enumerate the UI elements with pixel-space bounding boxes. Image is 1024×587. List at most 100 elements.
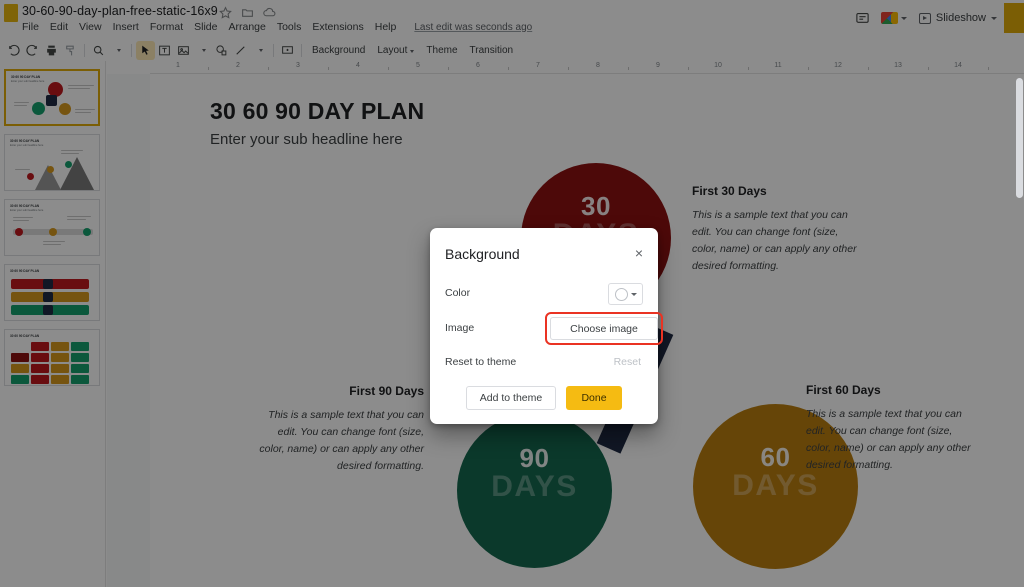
- thumb-title: 30 60 90 DAY PLAN: [10, 139, 40, 143]
- slideshow-button[interactable]: Slideshow: [912, 5, 1004, 31]
- thumb-cell: [51, 375, 69, 384]
- vertical-scrollbar[interactable]: [1016, 78, 1023, 198]
- ruler-tick: [328, 67, 329, 70]
- horizontal-ruler[interactable]: 1 2 3 4 5 6 7 8 9 10 11 12 13 14: [150, 61, 1024, 74]
- menu-slide[interactable]: Slide: [194, 21, 217, 33]
- slide-title[interactable]: 30 60 90 DAY PLAN: [210, 98, 424, 125]
- filmstrip-slide-3[interactable]: 3 30 60 90 DAY PLAN Enter your sub headl…: [0, 197, 106, 262]
- done-button[interactable]: Done: [566, 386, 622, 410]
- slide-thumbnail[interactable]: 30 60 90 DAY PLAN: [4, 264, 100, 321]
- block-body: This is a sample text that you can edit.…: [692, 209, 857, 272]
- theme-button[interactable]: Theme: [420, 45, 463, 56]
- toolbar-divider: [131, 44, 132, 57]
- ruler-tick-label: 5: [416, 62, 420, 69]
- zoom-button[interactable]: [89, 41, 108, 60]
- thumb-badge: [43, 279, 53, 289]
- block-first-30-days[interactable]: First 30 Days This is a sample text that…: [692, 184, 862, 275]
- line-dropdown[interactable]: [250, 41, 269, 60]
- layout-button[interactable]: Layout: [371, 45, 420, 56]
- filmstrip-slide-2[interactable]: 2 30 60 90 DAY PLAN Enter your sub headl…: [0, 132, 106, 197]
- ruler-tick-label: 12: [834, 62, 842, 69]
- filmstrip-slide-5[interactable]: 5 30 60 90 DAY PLAN: [0, 327, 106, 392]
- title-bar: 30-60-90-day-plan-free-static-16x9 File …: [0, 0, 1024, 40]
- select-tool-button[interactable]: [136, 41, 155, 60]
- circle-90[interactable]: 90 DAYS: [457, 413, 612, 568]
- last-edit-status[interactable]: Last edit was seconds ago: [414, 22, 532, 33]
- add-to-theme-button[interactable]: Add to theme: [466, 386, 556, 410]
- zoom-dropdown[interactable]: [108, 41, 127, 60]
- top-right-actions: Slideshow: [850, 2, 1024, 34]
- paint-format-button[interactable]: [61, 41, 80, 60]
- choose-image-button[interactable]: Choose image: [550, 317, 658, 340]
- menu-tools[interactable]: Tools: [277, 21, 302, 33]
- redo-button[interactable]: [23, 41, 42, 60]
- close-icon[interactable]: ×: [630, 244, 648, 262]
- filmstrip-slide-4[interactable]: 4 30 60 90 DAY PLAN: [0, 262, 106, 327]
- chevron-down-icon: [900, 16, 907, 20]
- block-first-60-days[interactable]: First 60 Days This is a sample text that…: [806, 383, 976, 474]
- thumb-text-line: [14, 105, 27, 107]
- toolbar-divider: [273, 44, 274, 57]
- toolbar-divider: [84, 44, 85, 57]
- share-button[interactable]: [1004, 3, 1024, 33]
- undo-button[interactable]: [4, 41, 23, 60]
- thumb-text-line: [13, 217, 33, 219]
- menu-file[interactable]: File: [22, 21, 39, 33]
- chevron-down-icon: [202, 49, 206, 52]
- star-icon[interactable]: [219, 6, 232, 19]
- thumb-text-line: [68, 88, 90, 90]
- background-dialog[interactable]: Background × Color Image Choose image Re…: [430, 228, 663, 424]
- thumb-text-line: [67, 219, 86, 221]
- ruler-tick: [688, 67, 689, 70]
- reset-button[interactable]: Reset: [614, 356, 641, 368]
- thumb-cell: [31, 364, 49, 373]
- chevron-down-icon: [630, 292, 637, 296]
- ruler-tick: [988, 67, 989, 70]
- thumb-shape-green: [32, 102, 45, 115]
- reset-row: Reset to theme Reset: [445, 352, 643, 376]
- cloud-saved-icon[interactable]: [263, 6, 276, 19]
- meet-button[interactable]: [876, 5, 912, 31]
- slide-thumbnail[interactable]: 30 60 90 DAY PLAN Enter your sub headlin…: [4, 134, 100, 191]
- transition-button[interactable]: Transition: [464, 45, 520, 56]
- menu-format[interactable]: Format: [150, 21, 183, 33]
- thumb-cell: [11, 353, 29, 362]
- slide-thumbnail[interactable]: 30 60 90 DAY PLAN: [4, 329, 100, 386]
- slides-app-icon: [4, 4, 18, 22]
- menu-extensions[interactable]: Extensions: [312, 21, 363, 33]
- menu-bar: File Edit View Insert Format Slide Arran…: [22, 21, 532, 33]
- insert-image-button[interactable]: [174, 41, 193, 60]
- comment-button[interactable]: [278, 41, 297, 60]
- ruler-tick: [388, 67, 389, 70]
- background-button[interactable]: Background: [306, 45, 371, 56]
- image-dropdown[interactable]: [193, 41, 212, 60]
- menu-edit[interactable]: Edit: [50, 21, 68, 33]
- color-swatch-button[interactable]: [608, 283, 643, 305]
- shape-button[interactable]: [212, 41, 231, 60]
- color-circle-icon: [614, 287, 628, 301]
- menu-arrange[interactable]: Arrange: [228, 21, 265, 33]
- thumb-subtitle: Enter your sub headline here: [10, 144, 44, 147]
- menu-help[interactable]: Help: [375, 21, 397, 33]
- document-title[interactable]: 30-60-90-day-plan-free-static-16x9: [22, 4, 218, 18]
- move-to-folder-icon[interactable]: [241, 6, 254, 19]
- block-first-90-days[interactable]: First 90 Days This is a sample text that…: [254, 384, 424, 475]
- text-box-button[interactable]: [155, 41, 174, 60]
- menu-view[interactable]: View: [79, 21, 102, 33]
- menu-insert[interactable]: Insert: [113, 21, 139, 33]
- thumb-subtitle: Enter your sub headline here: [10, 209, 44, 212]
- thumb-cell: [11, 375, 29, 384]
- slide-thumbnail[interactable]: 30 60 90 DAY PLAN Enter your sub headlin…: [4, 69, 100, 126]
- line-button[interactable]: [231, 41, 250, 60]
- block-heading: First 60 Days: [806, 383, 881, 397]
- print-button[interactable]: [42, 41, 61, 60]
- ruler-tick: [628, 67, 629, 70]
- slide-thumbnail[interactable]: 30 60 90 DAY PLAN Enter your sub headlin…: [4, 199, 100, 256]
- slide-filmstrip[interactable]: 1 30 60 90 DAY PLAN Enter your sub headl…: [0, 61, 106, 587]
- comment-history-icon[interactable]: [850, 4, 876, 32]
- ruler-tick-label: 11: [774, 62, 782, 69]
- filmstrip-slide-1[interactable]: 1 30 60 90 DAY PLAN Enter your sub headl…: [0, 67, 106, 132]
- slide-subtitle[interactable]: Enter your sub headline here: [210, 131, 403, 148]
- thumb-shape-orange: [59, 103, 71, 115]
- thumb-pin-red: [27, 173, 34, 180]
